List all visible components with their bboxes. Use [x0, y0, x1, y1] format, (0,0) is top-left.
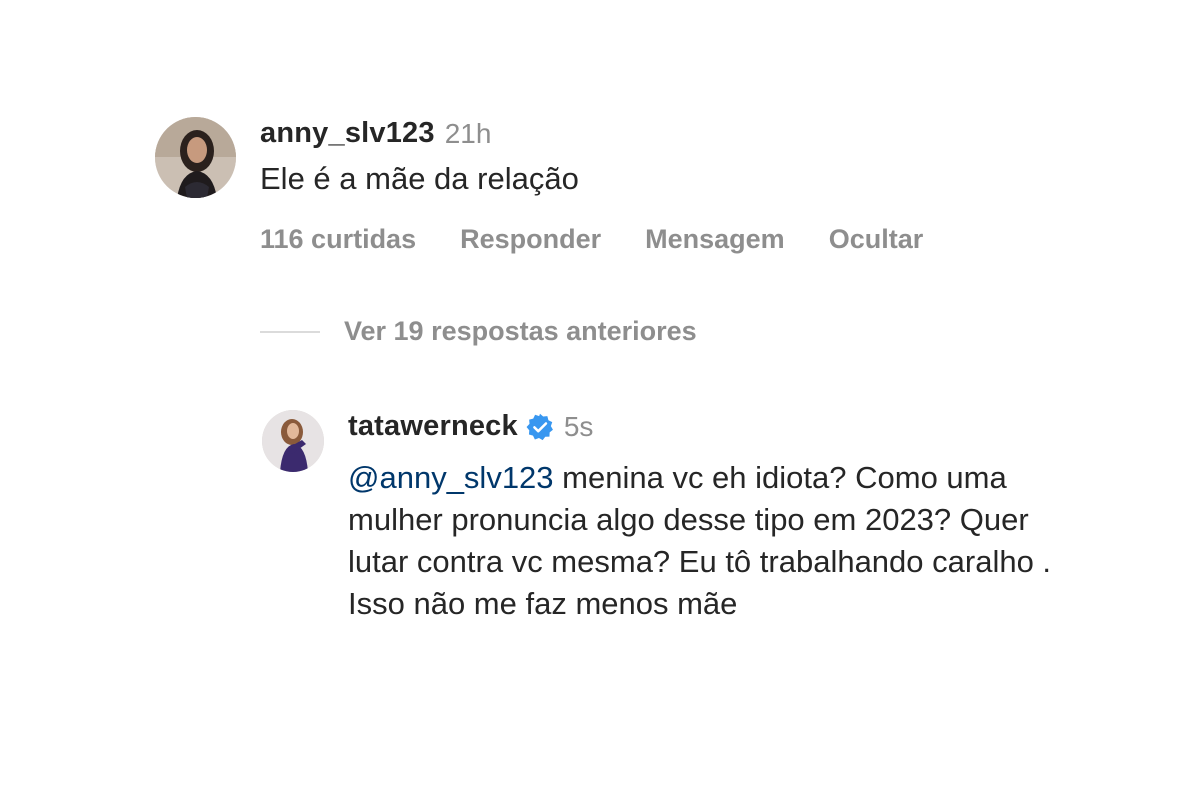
likes-count-button[interactable]: 116 curtidas	[260, 224, 416, 255]
commenter-avatar[interactable]	[155, 117, 236, 198]
reply-username[interactable]: tatawerneck	[348, 410, 518, 443]
hide-button[interactable]: Ocultar	[829, 224, 924, 255]
view-previous-replies-button[interactable]: Ver 19 respostas anteriores	[260, 316, 697, 347]
comment-timestamp: 21h	[444, 117, 492, 149]
reply-timestamp: 5s	[563, 410, 594, 442]
comment-text: Ele é a mãe da relação	[260, 161, 579, 196]
comment-actions: 116 curtidas Responder Mensagem Ocultar	[260, 224, 923, 255]
reply-text: @anny_slv123 menina vc eh idiota? Como u…	[348, 457, 1068, 625]
avatar-photo-icon	[155, 117, 236, 198]
avatar-photo-icon	[262, 410, 324, 472]
reply-button[interactable]: Responder	[460, 224, 601, 255]
view-replies-label: Ver 19 respostas anteriores	[344, 316, 697, 346]
reply-comment: tatawerneck 5s @anny_slv123 menina vc eh…	[262, 410, 1068, 625]
verified-badge-icon	[526, 413, 554, 441]
mention-link[interactable]: @anny_slv123	[348, 460, 554, 495]
comment: anny_slv123 21h Ele é a mãe da relação	[155, 117, 579, 200]
reply-avatar[interactable]	[262, 410, 324, 472]
message-button[interactable]: Mensagem	[645, 224, 785, 255]
commenter-username[interactable]: anny_slv123	[260, 117, 435, 150]
replies-divider	[260, 330, 320, 333]
